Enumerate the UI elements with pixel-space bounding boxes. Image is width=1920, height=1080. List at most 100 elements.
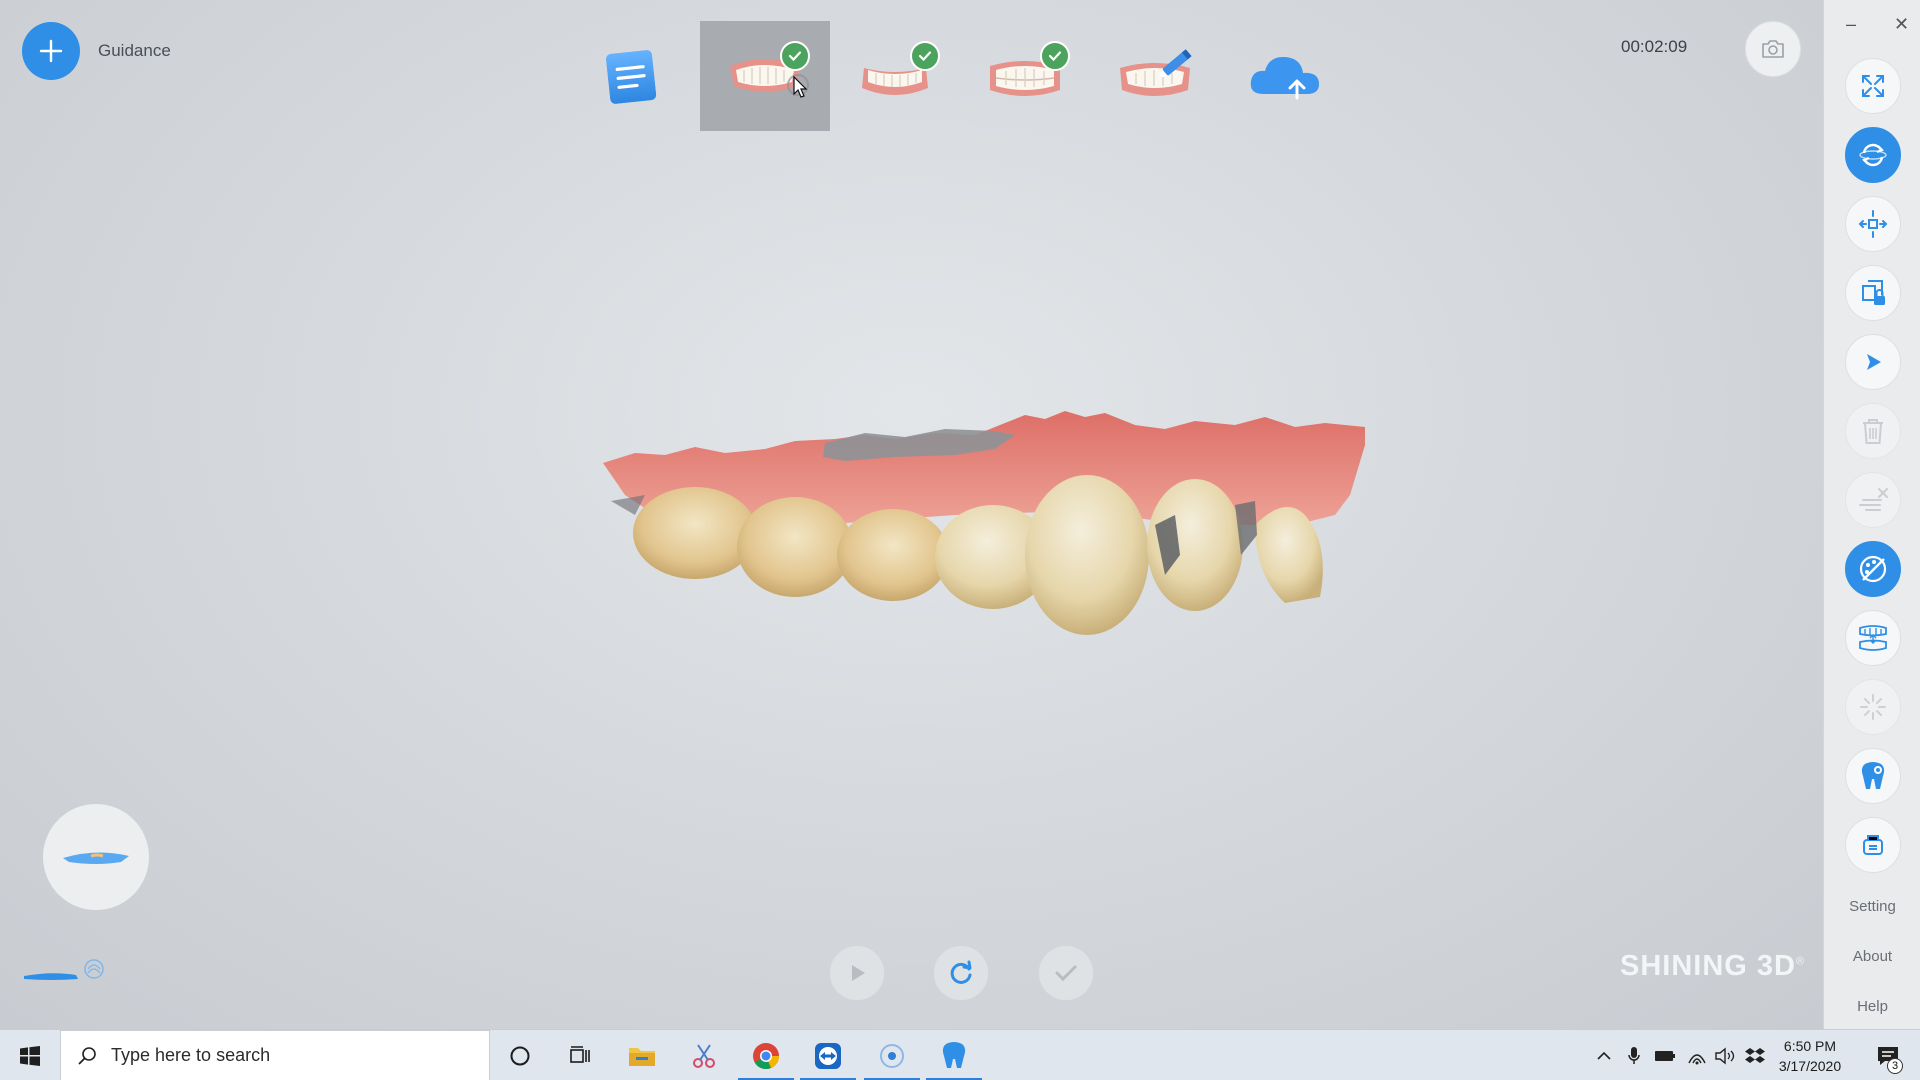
brand-logo: SHINING 3D® [1620, 950, 1806, 982]
show-hidden-icons[interactable] [1592, 1030, 1616, 1080]
refresh-button[interactable] [933, 945, 989, 1001]
3d-scan-model[interactable] [595, 405, 1385, 645]
auto-clean-button[interactable] [1845, 679, 1901, 735]
view-orientation-widget[interactable] [43, 804, 149, 910]
file-explorer-app[interactable] [612, 1030, 672, 1080]
about-link[interactable]: About [1824, 948, 1920, 965]
scanner-wand-icon [24, 959, 104, 980]
task-view-button[interactable] [550, 1030, 610, 1080]
step-lower-jaw-scan[interactable] [830, 21, 960, 131]
guidance-label: Guidance [98, 41, 171, 60]
microphone-icon [1628, 1046, 1640, 1064]
step-order-notes[interactable] [586, 21, 676, 131]
speaker-icon [1715, 1047, 1735, 1064]
step-cloud-upload[interactable] [1220, 21, 1350, 131]
scanner-tip-button[interactable] [1845, 817, 1901, 873]
plus-icon [39, 39, 63, 63]
jaw-edit-icon [1120, 49, 1192, 96]
pan-button[interactable] [1845, 196, 1901, 252]
step-upper-jaw-scan[interactable] [700, 21, 830, 131]
network-tray[interactable] [1684, 1030, 1710, 1080]
recorder-app[interactable] [862, 1030, 922, 1080]
teamviewer-icon [815, 1042, 841, 1069]
scissors-icon [693, 1043, 715, 1068]
rotate-button[interactable] [1845, 127, 1901, 183]
camera-icon [1762, 40, 1784, 58]
scanner-status[interactable] [22, 955, 108, 994]
tooth-icon [1861, 762, 1885, 789]
fullscreen-button[interactable] [1845, 58, 1901, 114]
delete-button[interactable] [1845, 403, 1901, 459]
cortana-button[interactable] [490, 1030, 550, 1080]
dropbox-icon [1745, 1047, 1765, 1063]
notification-count: 3 [1887, 1058, 1903, 1074]
rotate-icon [1859, 143, 1887, 167]
mouse-cursor-icon [787, 74, 809, 98]
tooth-marking-button[interactable] [1845, 748, 1901, 804]
teamviewer-app[interactable] [798, 1030, 858, 1080]
close-button[interactable]: ✕ [1894, 14, 1909, 35]
dropbox-tray[interactable] [1742, 1030, 1768, 1080]
jaw-orientation-icon [63, 852, 129, 864]
volume-tray[interactable] [1712, 1030, 1738, 1080]
guidance-button[interactable] [22, 22, 80, 80]
windows-taskbar: 6:50 PM 3/17/2020 3 [0, 1029, 1920, 1080]
fullscreen-icon [1862, 75, 1884, 97]
bite-align-icon [1859, 625, 1887, 651]
record-icon [880, 1043, 904, 1068]
erase-data-button[interactable] [1845, 472, 1901, 528]
taskbar-search[interactable] [60, 1030, 490, 1080]
scanner-tip-icon [1863, 835, 1883, 855]
chrome-icon [753, 1042, 779, 1069]
battery-icon [1655, 1050, 1675, 1061]
tooth-app-icon [942, 1041, 966, 1068]
bite-align-button[interactable] [1845, 610, 1901, 666]
play-icon [852, 965, 865, 981]
erase-icon [1859, 488, 1888, 511]
lock-area-icon [1862, 280, 1885, 305]
scan-viewport[interactable]: Guidance 00:02:09 SHINING 3D® [0, 0, 1823, 1029]
step-edit-model[interactable] [1090, 21, 1220, 131]
dental-scan-app[interactable] [924, 1030, 984, 1080]
snipping-tool-app[interactable] [674, 1030, 734, 1080]
clock-date: 3/17/2020 [1778, 1058, 1842, 1074]
texture-icon [1859, 555, 1887, 583]
battery-tray[interactable] [1652, 1030, 1678, 1080]
select-icon [1867, 354, 1881, 370]
notepad-icon [606, 50, 657, 104]
tool-panel: – ✕ Setting About Help [1823, 0, 1920, 1029]
completed-check-icon [1040, 41, 1070, 71]
action-center-button[interactable] [1866, 1030, 1910, 1080]
chrome-app[interactable] [736, 1030, 796, 1080]
cortana-icon [510, 1046, 530, 1065]
search-icon [78, 1046, 96, 1065]
trash-icon [1863, 419, 1883, 444]
help-link[interactable]: Help [1824, 998, 1920, 1015]
microphone-tray[interactable] [1622, 1030, 1646, 1080]
windows-logo-icon [20, 1045, 40, 1066]
workflow-steps [586, 21, 1350, 131]
chevron-up-icon [1597, 1051, 1611, 1060]
folder-icon [629, 1047, 655, 1066]
step-bite-scan[interactable] [960, 21, 1090, 131]
confirm-button[interactable] [1038, 945, 1094, 1001]
completed-check-icon [910, 41, 940, 71]
refresh-icon [950, 960, 972, 984]
cloud-upload-icon [1250, 56, 1319, 100]
task-view-icon [570, 1045, 590, 1063]
screenshot-button[interactable] [1745, 21, 1801, 77]
brush-icon [1860, 694, 1886, 720]
checkmark-icon [1055, 965, 1077, 982]
taskbar-clock[interactable]: 6:50 PM 3/17/2020 [1770, 1036, 1850, 1076]
search-input[interactable] [111, 1045, 471, 1066]
setting-link[interactable]: Setting [1824, 898, 1920, 915]
clock-time: 6:50 PM [1783, 1038, 1837, 1054]
pan-icon [1858, 210, 1888, 238]
scan-timer: 00:02:09 [1621, 37, 1688, 56]
play-scan-button[interactable] [829, 945, 885, 1001]
texture-toggle-button[interactable] [1845, 541, 1901, 597]
start-button[interactable] [0, 1030, 60, 1080]
select-button[interactable] [1845, 334, 1901, 390]
lock-area-button[interactable] [1845, 265, 1901, 321]
minimize-button[interactable]: – [1846, 14, 1856, 35]
